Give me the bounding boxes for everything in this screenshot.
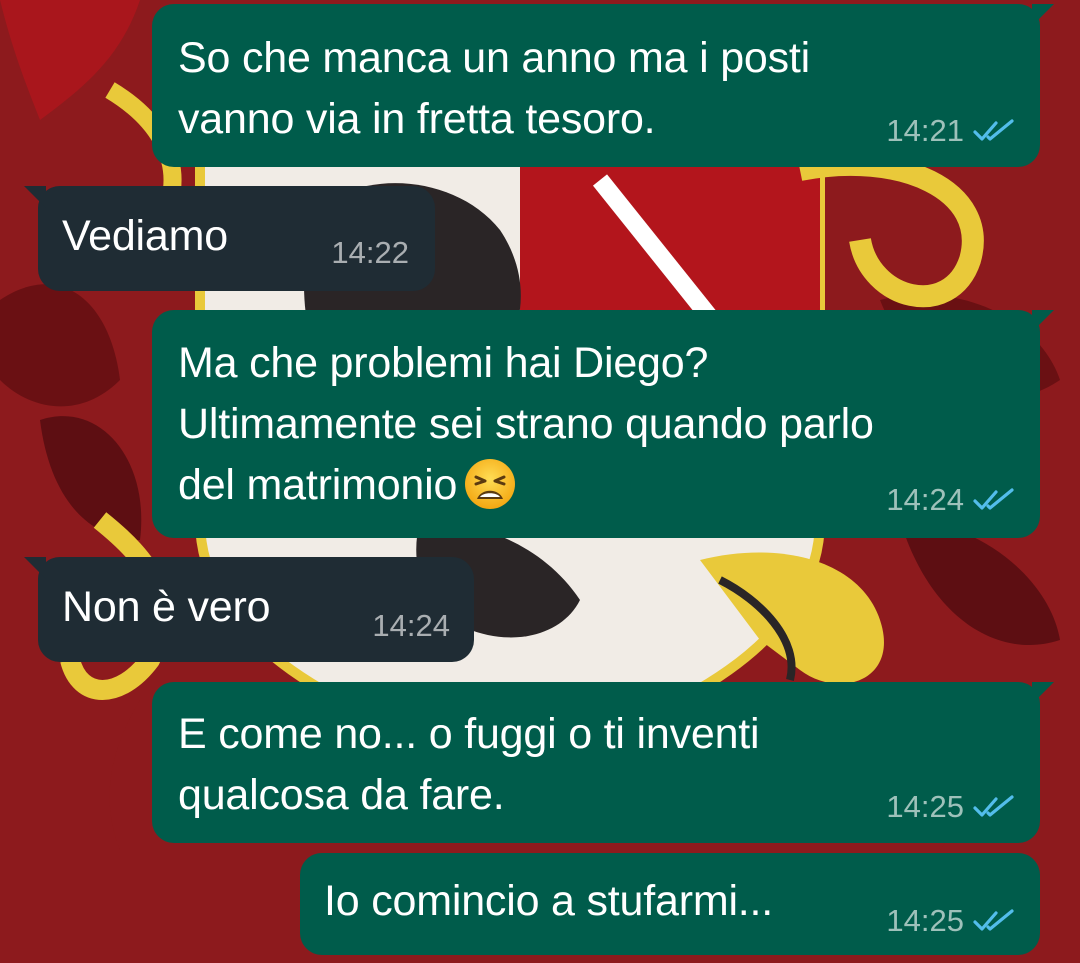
message-text-content: Ma che problemi hai Diego? Ultimamente s… [178, 339, 874, 509]
message-meta: 14:25 [886, 903, 1018, 939]
message-text: Vediamo [62, 212, 228, 260]
message-text: Ma che problemi hai Diego? Ultimamente s… [178, 333, 874, 516]
message-bubble-outgoing[interactable]: Ma che problemi hai Diego? Ultimamente s… [152, 310, 1054, 538]
double-check-icon [973, 795, 1014, 817]
message-bubble-incoming[interactable]: Vediamo 14:22 [24, 186, 435, 291]
message-bubble-outgoing[interactable]: E come no... o fuggi o ti inventi qualco… [152, 682, 1054, 843]
message-text: So che manca un anno ma i posti vanno vi… [178, 34, 811, 143]
message-time: 14:22 [331, 235, 409, 270]
message-meta: 14:24 [372, 608, 450, 644]
message-bubble-outgoing[interactable]: Io comincio a stufarmi... 14:25 [300, 853, 1040, 955]
message-meta: 14:24 [886, 482, 1018, 518]
message-meta: 14:22 [331, 235, 409, 271]
double-check-icon [973, 488, 1014, 510]
message-text: Non è vero [62, 583, 271, 631]
bubble-tail [1032, 310, 1054, 332]
message-time: 14:25 [886, 789, 964, 824]
double-check-icon [973, 119, 1014, 141]
message-time: 14:21 [886, 113, 964, 148]
message-bubble-incoming[interactable]: Non è vero 14:24 [24, 557, 474, 662]
message-text: E come no... o fuggi o ti inventi qualco… [178, 710, 760, 819]
message-time: 14:25 [886, 903, 964, 938]
bubble-tail [1032, 4, 1054, 26]
bubble-tail [24, 186, 46, 208]
message-time: 14:24 [372, 608, 450, 643]
message-text: Io comincio a stufarmi... [324, 877, 774, 925]
weary-face-emoji-icon [465, 459, 516, 509]
message-meta: 14:25 [886, 789, 1018, 825]
message-time: 14:24 [886, 482, 964, 517]
bubble-tail [1032, 682, 1054, 704]
bubble-tail [24, 557, 46, 579]
message-meta: 14:21 [886, 113, 1018, 149]
double-check-icon [973, 909, 1014, 931]
message-bubble-outgoing[interactable]: So che manca un anno ma i posti vanno vi… [152, 4, 1054, 167]
